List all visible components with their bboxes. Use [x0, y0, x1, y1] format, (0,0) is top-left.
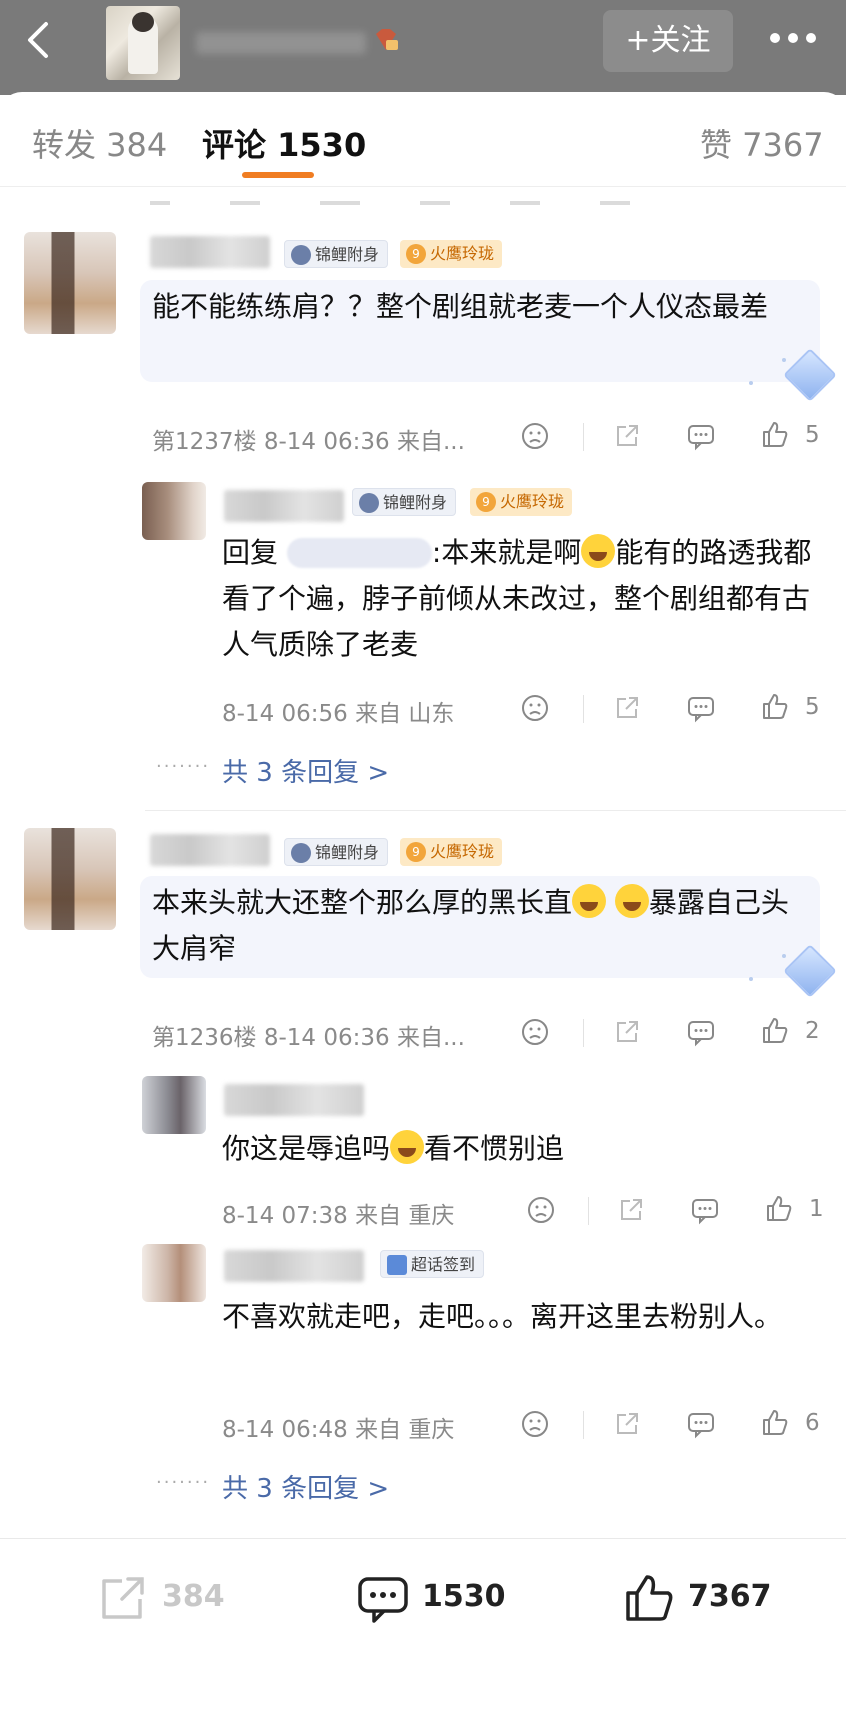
redacted-mention	[286, 538, 432, 568]
comment-text: 能不能练练肩？？整个剧组就老麦一个人仪态最差	[152, 290, 769, 323]
level-badge-icon: 9	[406, 244, 426, 264]
dislike-icon[interactable]	[520, 1409, 550, 1439]
reply-text: 回复 :本来就是啊 能有的路透我都看了个遍，脖子前倾从未改过，整个剧组都有古人气质…	[222, 534, 812, 661]
like-icon[interactable]	[760, 1015, 790, 1045]
repost-count: 384	[162, 1579, 225, 1614]
badge-fire-eagle: 9 火鹰玲珑	[400, 838, 503, 866]
dislike-icon[interactable]	[520, 421, 550, 451]
avatar[interactable]	[142, 1076, 206, 1134]
comment-meta: 第1236楼 8-14 06:36 来自...	[152, 1025, 465, 1051]
share-icon[interactable]	[616, 1195, 646, 1225]
repost-button[interactable]: 384	[96, 1571, 256, 1627]
sparkle-icon	[782, 358, 786, 362]
comment-text: 本来头就大还整个那么厚的黑长直 暴露自己头大肩窄	[152, 884, 789, 965]
bottom-action-bar: 384 1530 7367	[0, 1538, 846, 1727]
badge-super-topic-checkin: 超话签到	[380, 1250, 485, 1278]
badge-fire-eagle: 9 火鹰玲珑	[400, 240, 503, 268]
share-icon[interactable]	[612, 1409, 642, 1439]
username-redacted[interactable]	[150, 236, 270, 268]
reply-icon[interactable]	[686, 693, 716, 723]
laugh-cry-emoji-icon	[572, 884, 607, 918]
koi-badge-icon	[291, 245, 311, 265]
avatar[interactable]	[24, 828, 116, 930]
cut-off-previous-row	[150, 187, 820, 207]
tab-comments[interactable]: 评论 1530	[202, 120, 366, 166]
avatar[interactable]	[142, 1244, 206, 1302]
reply-icon[interactable]	[690, 1195, 720, 1225]
comment-meta: 第1237楼 8-14 06:36 来自...	[152, 429, 465, 455]
author-avatar[interactable]	[106, 6, 180, 80]
koi-badge-icon	[359, 493, 379, 513]
comment-count: 1530	[422, 1579, 506, 1614]
reply-icon[interactable]	[686, 1409, 716, 1439]
username-redacted[interactable]	[224, 1084, 364, 1116]
back-arrow-icon[interactable]	[20, 20, 60, 60]
reply-meta: 8-14 07:38 来自 重庆	[222, 1203, 455, 1229]
comment-button[interactable]: 1530	[356, 1571, 536, 1627]
badge-koi: 锦鲤附身	[352, 488, 457, 516]
like-button[interactable]: 7367	[622, 1571, 802, 1627]
like-count: 1	[809, 1196, 824, 1222]
laugh-cry-emoji-icon	[581, 534, 616, 568]
gem-badge-icon	[372, 28, 400, 52]
reply-meta: 8-14 06:48 来自 重庆	[222, 1417, 455, 1443]
badge-fire-eagle: 9 火鹰玲珑	[470, 488, 573, 516]
like-count: 2	[805, 1018, 820, 1044]
reply-text: 不喜欢就走吧，走吧。。。离开这里去粉别人。	[222, 1300, 783, 1333]
laugh-cry-emoji-icon	[614, 884, 649, 918]
koi-badge-icon	[291, 843, 311, 863]
avatar[interactable]	[24, 232, 116, 334]
like-count: 5	[805, 422, 820, 448]
sparkle-icon	[749, 977, 753, 981]
view-replies-link[interactable]: 共 3 条回复 >	[222, 752, 389, 789]
reply-icon[interactable]	[686, 421, 716, 451]
view-replies-link[interactable]: 共 3 条回复 >	[222, 1468, 389, 1505]
repost-icon	[102, 1577, 144, 1619]
badge-koi: 锦鲤附身	[284, 838, 389, 866]
like-count: 6	[805, 1410, 820, 1436]
level-badge-icon: 9	[406, 842, 426, 862]
tab-likes[interactable]: 赞 7367	[700, 120, 824, 166]
badge-koi: 锦鲤附身	[284, 240, 389, 268]
like-icon	[626, 1575, 673, 1621]
like-count: 5	[805, 694, 820, 720]
crying-emoji-icon	[390, 1130, 425, 1164]
share-icon[interactable]	[612, 1017, 642, 1047]
dislike-icon[interactable]	[520, 1017, 550, 1047]
dislike-icon[interactable]	[520, 693, 550, 723]
more-icon[interactable]	[770, 28, 830, 56]
username-redacted[interactable]	[224, 490, 344, 522]
level-badge-icon: 9	[476, 492, 496, 512]
follow-button[interactable]: +关注	[603, 10, 733, 72]
top-bar: +关注	[0, 0, 846, 95]
tab-repost[interactable]: 转发 384	[32, 120, 167, 166]
reply-icon[interactable]	[686, 1017, 716, 1047]
checkin-badge-icon	[387, 1255, 407, 1275]
comment-icon	[358, 1577, 408, 1623]
username-redacted[interactable]	[224, 1250, 364, 1282]
like-icon[interactable]	[760, 691, 790, 721]
avatar[interactable]	[142, 482, 206, 540]
reply-text: 你这是辱追吗 看不惯别追	[222, 1130, 565, 1165]
like-count: 7367	[688, 1579, 772, 1614]
active-tab-indicator	[242, 172, 314, 178]
share-icon[interactable]	[612, 693, 642, 723]
username-redacted[interactable]	[150, 834, 270, 866]
divider	[145, 810, 846, 811]
like-icon[interactable]	[764, 1193, 794, 1223]
like-icon[interactable]	[760, 419, 790, 449]
like-icon[interactable]	[760, 1407, 790, 1437]
share-icon[interactable]	[612, 421, 642, 451]
dislike-icon[interactable]	[526, 1195, 556, 1225]
sparkle-icon	[782, 954, 786, 958]
author-name-redacted[interactable]	[196, 32, 366, 54]
tab-bar: 转发 384 评论 1530 赞 7367	[0, 92, 846, 187]
reply-meta: 8-14 06:56 来自 山东	[222, 701, 455, 727]
sparkle-icon	[749, 381, 753, 385]
